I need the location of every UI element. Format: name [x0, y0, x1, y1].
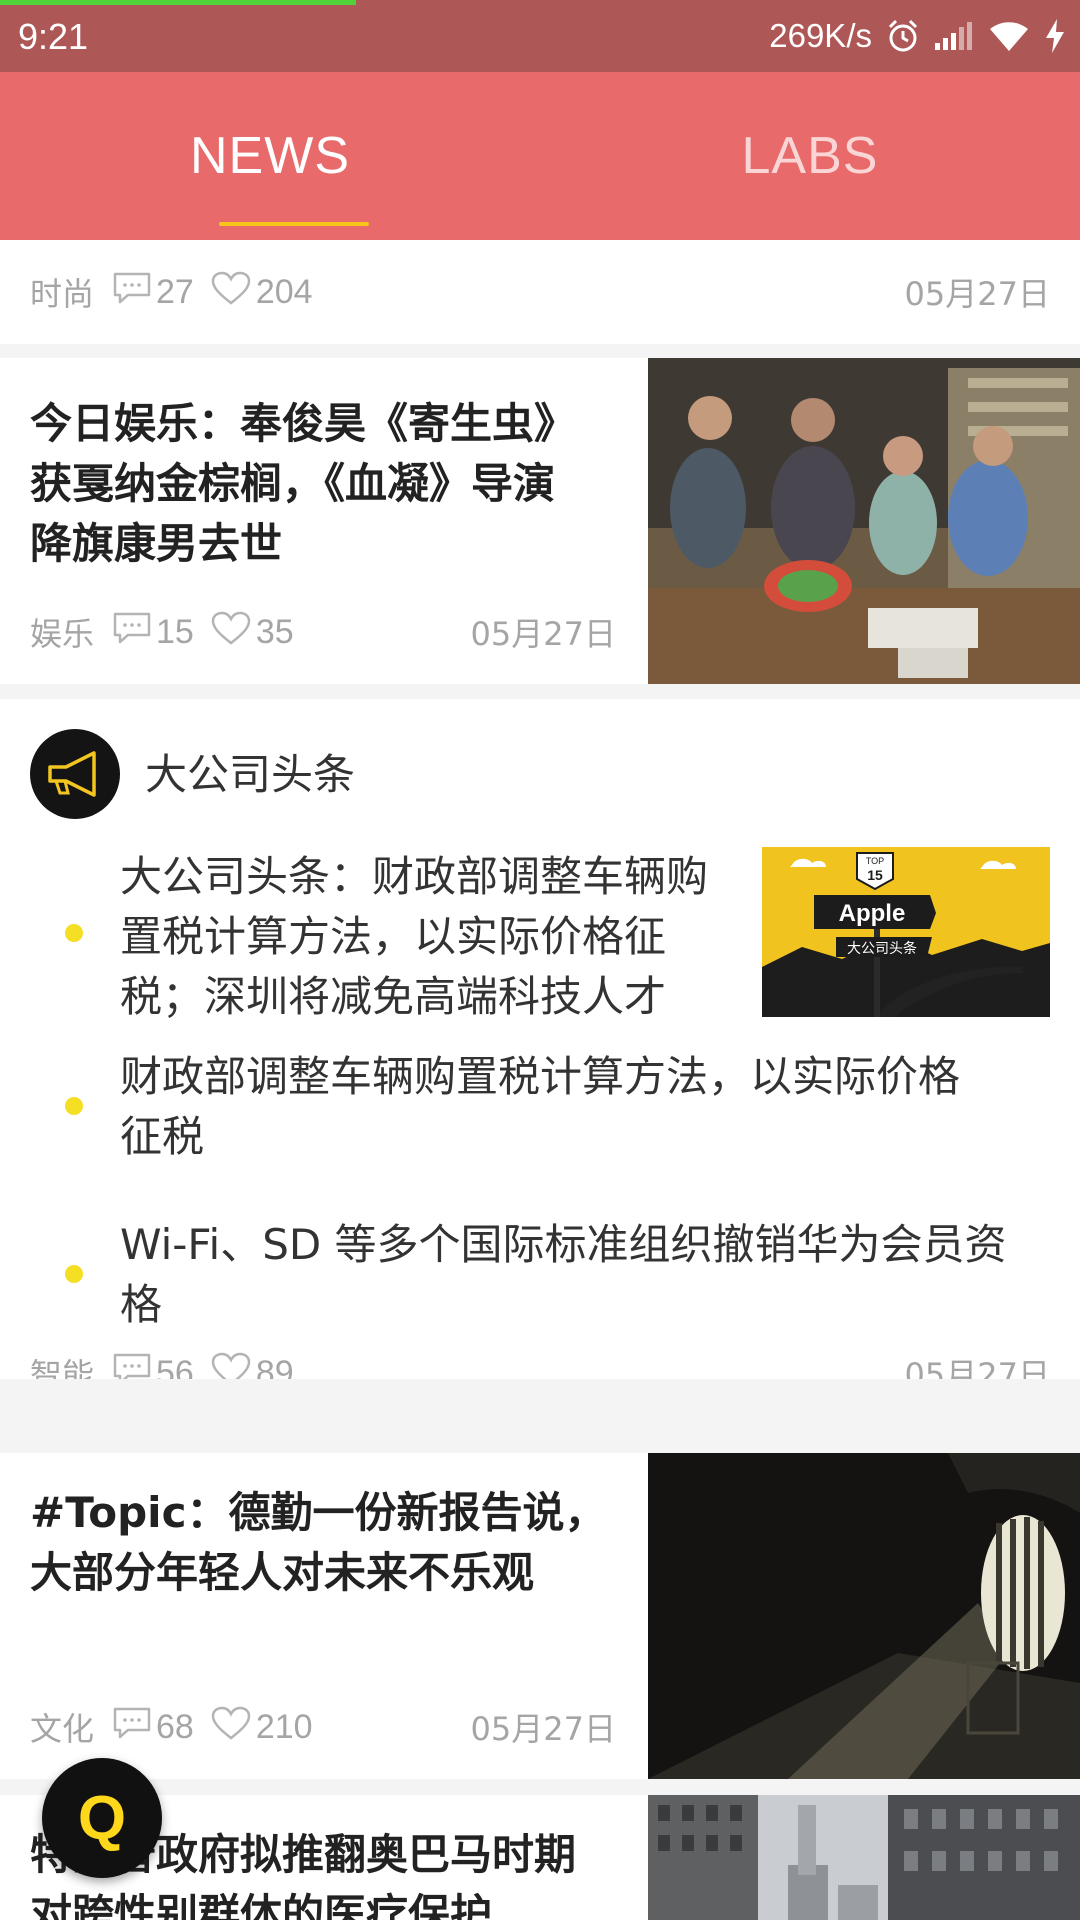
card-meta: 智能 56 89	[30, 1351, 310, 1379]
alarm-icon	[886, 18, 920, 54]
like-count: 89	[255, 1353, 294, 1380]
like-count: 35	[255, 612, 294, 651]
category-label: 娱乐	[30, 615, 95, 653]
news-title[interactable]: #Topic：德勤一份新报告说， 大部分年轻人对未来不乐观	[30, 1483, 606, 1603]
column-card[interactable]: 大公司头条 大公司头条：财政部调整车辆购 置税计算方法，以实际价格征 税；深圳将…	[0, 699, 1080, 1379]
q-fab-button[interactable]: Q	[42, 1758, 162, 1878]
news-card[interactable]: 特朗普政府拟推翻奥巴马时期 对跨性别群体的医疗保护	[0, 1795, 1080, 1920]
column-item-text: 财政部调整车辆购置税计算方法，以实际价格 征税	[120, 1052, 961, 1161]
svg-text:15: 15	[867, 867, 883, 883]
wifi-icon	[988, 19, 1030, 53]
column-item-text: 大公司头条：财政部调整车辆购 置税计算方法，以实际价格征 税；深圳将减免高端科技…	[120, 852, 709, 1021]
column-cover-image[interactable]: Apple 大公司头条 TOP 15	[762, 847, 1050, 1017]
bullet-dot	[65, 1097, 83, 1115]
news-feed[interactable]: 时尚 27 204 05月27日 今日娱乐：奉俊昊《寄生虫》 获戛纳金棕榈，《血…	[0, 240, 1080, 1920]
column-name[interactable]: 大公司头条	[145, 749, 355, 801]
movie-still-image[interactable]	[648, 358, 1080, 684]
comment-icon	[112, 271, 156, 314]
signal-icon	[934, 21, 974, 51]
column-item[interactable]: Wi-Fi、SD 等多个国际标准组织撤销华为会员资 格	[0, 1215, 1080, 1335]
screen: 9:21 269K/s NEWS LABS 时尚 27 204 05月27日 今…	[0, 0, 1080, 1920]
comment-icon	[112, 611, 156, 654]
megaphone-icon	[30, 729, 120, 819]
news-card[interactable]: #Topic：德勤一份新报告说， 大部分年轻人对未来不乐观 文化 68 210 …	[0, 1453, 1080, 1779]
news-card[interactable]: 时尚 27 204 05月27日	[0, 240, 1080, 344]
status-time: 9:21	[18, 16, 89, 57]
comment-icon	[112, 1352, 156, 1379]
date-label: 05月27日	[470, 615, 616, 653]
svg-text:TOP: TOP	[866, 856, 884, 866]
title-line: 降旗康男去世	[30, 519, 283, 568]
date-label: 05月27日	[470, 1710, 616, 1748]
tab-labs[interactable]: LABS	[540, 72, 1080, 240]
title-line: 今日娱乐：奉俊昊《寄生虫》	[30, 399, 577, 448]
like-count: 204	[255, 272, 313, 311]
status-bar: 9:21 269K/s	[0, 0, 1080, 72]
news-title[interactable]: 今日娱乐：奉俊昊《寄生虫》 获戛纳金棕榈，《血凝》导演 降旗康男去世	[30, 394, 576, 574]
comment-count: 15	[156, 612, 194, 651]
category-label: 智能	[30, 1356, 95, 1379]
date-label: 05月27日	[904, 1356, 1050, 1379]
cover-sub-text: 大公司头条	[847, 940, 917, 957]
tab-news[interactable]: NEWS	[0, 72, 540, 240]
tab-indicator	[219, 222, 369, 226]
page-load-progress	[0, 0, 357, 5]
title-line: #Topic：德勤一份新报告说，	[30, 1488, 607, 1537]
category-label: 文化	[30, 1710, 95, 1748]
card-meta: 文化 68 210	[30, 1705, 329, 1749]
dark-room-image[interactable]	[648, 1453, 1080, 1779]
cover-sign-text: Apple	[839, 900, 906, 927]
net-speed: 269K/s	[769, 17, 872, 54]
heart-icon	[210, 270, 256, 315]
column-item-text: Wi-Fi、SD 等多个国际标准组织撤销华为会员资 格	[120, 1220, 1007, 1329]
title-line: 对跨性别群体的医疗保护	[30, 1890, 493, 1920]
city-buildings-image[interactable]	[648, 1795, 1080, 1920]
category-label: 时尚	[30, 275, 95, 313]
heart-icon	[210, 1705, 256, 1750]
card-meta: 时尚 27 204	[30, 270, 329, 314]
like-count: 210	[255, 1707, 313, 1746]
comment-count: 68	[156, 1707, 194, 1746]
column-item[interactable]: 大公司头条：财政部调整车辆购 置税计算方法，以实际价格征 税；深圳将减免高端科技…	[0, 847, 1080, 1027]
title-line: 获戛纳金棕榈，《血凝》导演	[30, 459, 556, 508]
bullet-dot	[65, 924, 83, 942]
charging-icon	[1044, 18, 1066, 54]
title-line: 大部分年轻人对未来不乐观	[30, 1548, 535, 1597]
heart-icon	[210, 1351, 256, 1379]
top-tab-bar: NEWS LABS	[0, 72, 1080, 240]
bullet-dot	[65, 1265, 83, 1283]
comment-icon	[112, 1706, 156, 1749]
comment-count: 27	[156, 272, 194, 311]
comment-count: 56	[156, 1353, 194, 1380]
card-meta: 娱乐 15 35	[30, 610, 310, 654]
fab-label: Q	[77, 1783, 127, 1853]
heart-icon	[210, 610, 256, 655]
date-label: 05月27日	[904, 275, 1050, 313]
column-item[interactable]: 财政部调整车辆购置税计算方法，以实际价格 征税	[0, 1047, 1080, 1167]
news-card[interactable]: 今日娱乐：奉俊昊《寄生虫》 获戛纳金棕榈，《血凝》导演 降旗康男去世 娱乐 15…	[0, 358, 1080, 684]
